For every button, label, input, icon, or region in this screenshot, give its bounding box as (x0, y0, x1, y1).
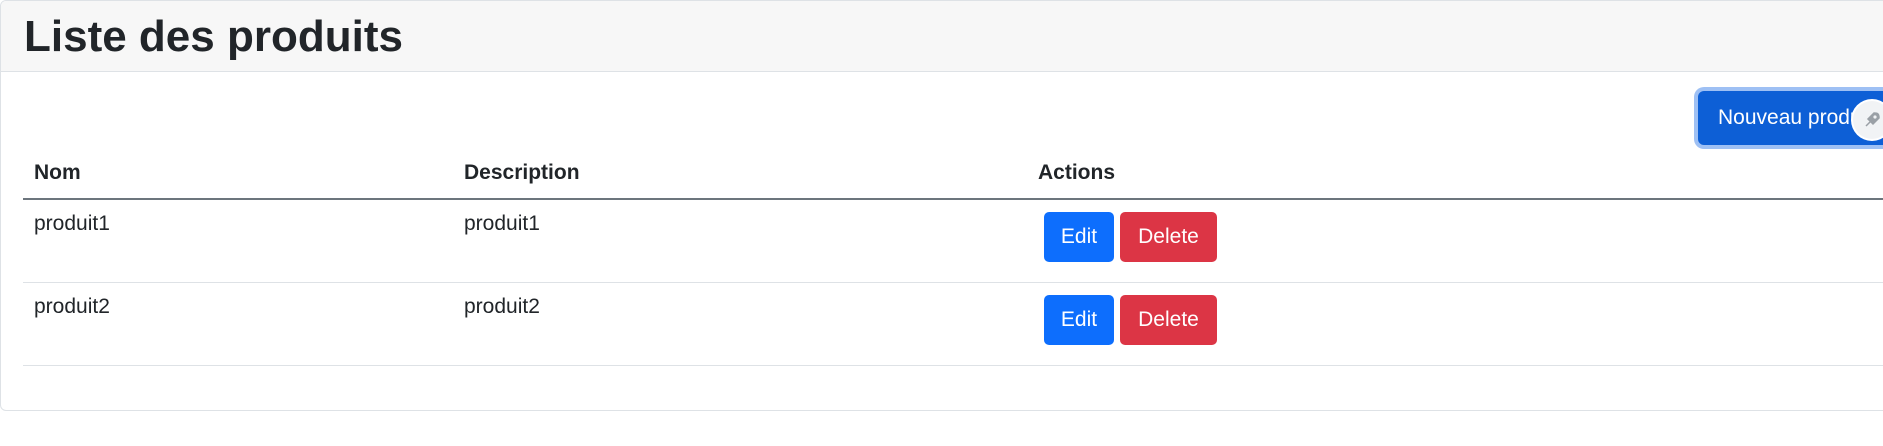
cell-nom: produit1 (23, 199, 453, 283)
table-row: produit1 produit1 Edit Delete (23, 199, 1883, 283)
cell-actions: Edit Delete (1027, 282, 1883, 366)
cell-description: produit1 (453, 199, 1027, 283)
cell-description: produit2 (453, 282, 1027, 366)
page-title: Liste des produits (24, 12, 403, 61)
card-header: Liste des produits (1, 1, 1883, 72)
delete-button[interactable]: Delete (1120, 294, 1217, 345)
rocket-icon (1865, 112, 1880, 127)
delete-button[interactable]: Delete (1120, 212, 1217, 262)
column-header-description: Description (453, 148, 1027, 200)
products-table: Nom Description Actions produit1 produit… (23, 148, 1883, 366)
cursor-badge (1853, 101, 1883, 139)
table-row: produit2 produit2 Edit Delete (23, 282, 1883, 366)
column-header-actions: Actions (1027, 148, 1883, 200)
edit-button[interactable]: Edit (1044, 294, 1114, 345)
edit-button[interactable]: Edit (1044, 212, 1114, 262)
column-header-nom: Nom (23, 148, 453, 200)
table-header-row: Nom Description Actions (23, 148, 1883, 200)
cell-nom: produit2 (23, 282, 453, 366)
cell-actions: Edit Delete (1027, 199, 1883, 283)
